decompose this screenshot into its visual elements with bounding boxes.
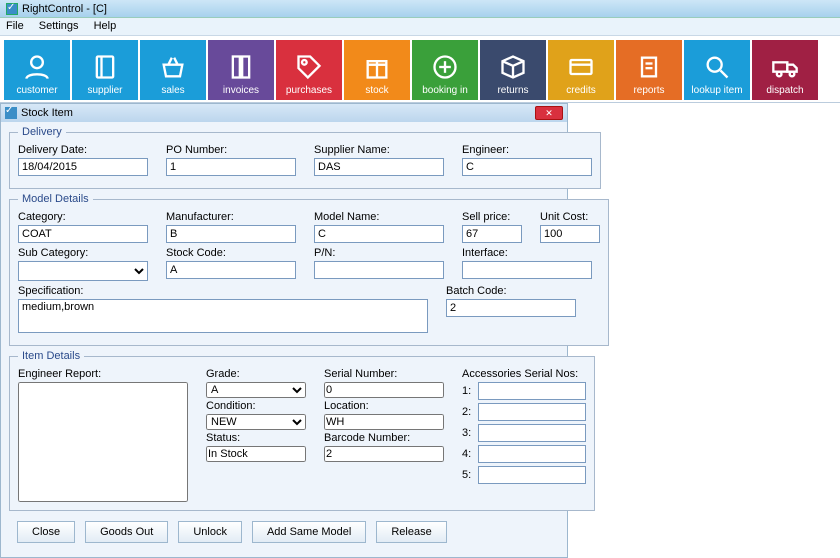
serial-label: Serial Number:	[324, 368, 444, 380]
goods-out-button[interactable]: Goods Out	[85, 521, 168, 543]
delivery-group: Delivery Delivery Date: PO Number: Suppl…	[9, 126, 601, 189]
engineer-report-input[interactable]	[18, 382, 188, 502]
location-input[interactable]	[324, 414, 444, 430]
app-icon	[6, 3, 18, 15]
button-bar: Close Goods Out Unlock Add Same Model Re…	[9, 515, 559, 549]
accessory-serial-1[interactable]	[478, 382, 586, 400]
engineer-label: Engineer:	[462, 144, 592, 156]
toolbar-lookup-item[interactable]: lookup item	[684, 40, 750, 100]
acc-index: 1:	[462, 385, 478, 397]
app-title: RightControl - [C]	[22, 3, 107, 15]
category-input[interactable]	[18, 225, 148, 243]
window-icon	[5, 107, 17, 119]
add-same-model-button[interactable]: Add Same Model	[252, 521, 366, 543]
workspace: Stock Item ✕ Delivery Delivery Date: PO …	[0, 103, 840, 558]
menubar: File Settings Help	[0, 18, 840, 36]
location-label: Location:	[324, 400, 444, 412]
unitcost-label: Unit Cost:	[540, 211, 600, 223]
accessory-serial-4[interactable]	[478, 445, 586, 463]
subcategory-label: Sub Category:	[18, 247, 148, 259]
acc-index: 3:	[462, 427, 478, 439]
barcode-input[interactable]	[324, 446, 444, 462]
toolbar-sales[interactable]: sales	[140, 40, 206, 100]
unlock-button[interactable]: Unlock	[178, 521, 242, 543]
app-titlebar: RightControl - [C]	[0, 0, 840, 18]
specification-input[interactable]	[18, 299, 428, 333]
toolbar-dispatch[interactable]: dispatch	[752, 40, 818, 100]
condition-select[interactable]: NEW	[206, 414, 306, 430]
engineer-report-label: Engineer Report:	[18, 368, 188, 380]
engineer-input[interactable]	[462, 158, 592, 176]
release-button[interactable]: Release	[376, 521, 446, 543]
delivery-date-input[interactable]	[18, 158, 148, 176]
po-number-input[interactable]	[166, 158, 296, 176]
grade-label: Grade:	[206, 368, 306, 380]
condition-label: Condition:	[206, 400, 306, 412]
toolbar-returns[interactable]: returns	[480, 40, 546, 100]
toolbar-stock[interactable]: stock	[344, 40, 410, 100]
barcode-label: Barcode Number:	[324, 432, 444, 444]
menu-settings[interactable]: Settings	[39, 20, 79, 32]
stockcode-label: Stock Code:	[166, 247, 296, 259]
batchcode-input[interactable]	[446, 299, 576, 317]
window-header: Stock Item ✕	[1, 104, 567, 122]
toolbar-purchases[interactable]: purchases	[276, 40, 342, 100]
grade-select[interactable]: A	[206, 382, 306, 398]
toolbar-invoices[interactable]: invoices	[208, 40, 274, 100]
model-details-group: Model Details Category: Manufacturer: Mo…	[9, 193, 609, 346]
model-legend: Model Details	[18, 193, 93, 205]
modelname-label: Model Name:	[314, 211, 444, 223]
toolbar-customer[interactable]: customer	[4, 40, 70, 100]
pn-label: P/N:	[314, 247, 444, 259]
interface-input[interactable]	[462, 261, 592, 279]
toolbar-booking-in[interactable]: booking in	[412, 40, 478, 100]
close-button[interactable]: Close	[17, 521, 75, 543]
accessory-serial-2[interactable]	[478, 403, 586, 421]
toolbar-reports[interactable]: reports	[616, 40, 682, 100]
sellprice-label: Sell price:	[462, 211, 522, 223]
unitcost-input[interactable]	[540, 225, 600, 243]
status-label: Status:	[206, 432, 306, 444]
accessories-label: Accessories Serial Nos:	[462, 368, 586, 380]
accessory-serial-3[interactable]	[478, 424, 586, 442]
item-legend: Item Details	[18, 350, 84, 362]
supplier-name-label: Supplier Name:	[314, 144, 444, 156]
window-title: Stock Item	[21, 107, 73, 119]
delivery-date-label: Delivery Date:	[18, 144, 148, 156]
supplier-name-input[interactable]	[314, 158, 444, 176]
sellprice-input[interactable]	[462, 225, 522, 243]
status-input[interactable]	[206, 446, 306, 462]
modelname-input[interactable]	[314, 225, 444, 243]
accessory-serial-5[interactable]	[478, 466, 586, 484]
manufacturer-label: Manufacturer:	[166, 211, 296, 223]
serial-input[interactable]	[324, 382, 444, 398]
toolbar-credits[interactable]: credits	[548, 40, 614, 100]
main-toolbar: customersuppliersalesinvoicespurchasesst…	[0, 36, 840, 103]
manufacturer-input[interactable]	[166, 225, 296, 243]
stock-item-window: Stock Item ✕ Delivery Delivery Date: PO …	[0, 103, 568, 558]
category-label: Category:	[18, 211, 148, 223]
acc-index: 5:	[462, 469, 478, 481]
delivery-legend: Delivery	[18, 126, 66, 138]
item-details-group: Item Details Engineer Report: Grade: A C…	[9, 350, 595, 511]
menu-help[interactable]: Help	[94, 20, 117, 32]
specification-label: Specification:	[18, 285, 428, 297]
pn-input[interactable]	[314, 261, 444, 279]
toolbar-supplier[interactable]: supplier	[72, 40, 138, 100]
menu-file[interactable]: File	[6, 20, 24, 32]
close-icon[interactable]: ✕	[535, 106, 563, 120]
interface-label: Interface:	[462, 247, 592, 259]
po-number-label: PO Number:	[166, 144, 296, 156]
acc-index: 4:	[462, 448, 478, 460]
subcategory-select[interactable]	[18, 261, 148, 281]
acc-index: 2:	[462, 406, 478, 418]
stockcode-input[interactable]	[166, 261, 296, 279]
batchcode-label: Batch Code:	[446, 285, 576, 297]
